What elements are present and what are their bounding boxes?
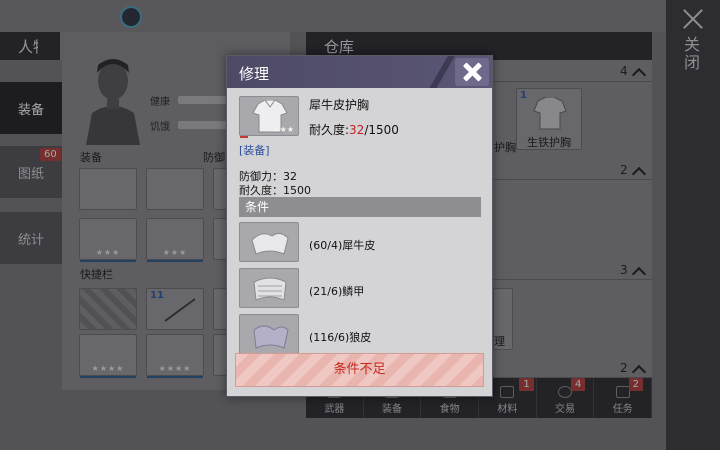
quickbar-label: 快捷栏 [80, 268, 113, 281]
durability-stat: 耐久度：1500 [239, 184, 311, 197]
close-screen-icon[interactable] [682, 8, 704, 30]
blueprints-badge: 60 [40, 148, 61, 161]
equip-slot-feet[interactable] [213, 218, 227, 260]
health-label: 健康 [150, 97, 170, 108]
chestplate-icon [533, 97, 567, 130]
character-header: 人物 [0, 32, 82, 60]
scale-armor-icon [239, 268, 299, 308]
trade-icon [558, 386, 573, 398]
storage-item-name: 生铁护胸 [527, 136, 571, 149]
equip-slot-hands[interactable]: ★★★ [79, 218, 137, 262]
chevron-up-icon [631, 67, 647, 83]
close-icon[interactable] [455, 58, 489, 86]
chevron-up-icon [631, 266, 647, 282]
hunger-label: 饥饿 [150, 122, 170, 133]
item-name: 犀牛皮护胸 [309, 98, 370, 112]
durability-max: /1500 [364, 123, 399, 137]
character-portrait [86, 59, 140, 145]
insufficient-conditions-button[interactable]: 条件不足 [235, 353, 484, 387]
side-tab-blueprints[interactable]: 图纸 60 [0, 146, 62, 198]
bottom-tab-quests[interactable]: 2 任务 [594, 378, 653, 418]
durability-current: 32 [349, 123, 365, 137]
storage-item-iron-chestplate[interactable]: 1 生铁护胸 [516, 88, 582, 150]
arrow-icon [164, 298, 196, 322]
requirement-wolf-pelt: (116/6)狼皮 [309, 331, 372, 344]
quest-icon [615, 386, 630, 398]
dialog-header: 修理 [227, 56, 492, 88]
requirement-rhino-hide: (60/4)犀牛皮 [309, 239, 376, 252]
equip-slot-body[interactable] [146, 168, 204, 210]
chevron-up-icon [631, 364, 647, 380]
item-stars: ★★★ [272, 125, 294, 134]
storage-item-partial[interactable]: 理 [493, 288, 513, 350]
quickbar-slot-bow[interactable]: ★★★★ [146, 334, 204, 378]
equip-slot-head[interactable] [79, 168, 137, 210]
chevron-up-icon [631, 166, 647, 182]
storage-item-partial-label: 护胸 [494, 141, 516, 154]
bottom-tab-trade[interactable]: 4 交易 [537, 378, 595, 418]
player-avatar[interactable] [120, 6, 142, 28]
side-tab-equipment[interactable]: 装备 [0, 82, 62, 134]
close-screen-label[interactable]: 关闭 [684, 36, 702, 72]
side-tab-statistics[interactable]: 统计 [0, 212, 62, 264]
quickbar-slot-3[interactable] [213, 288, 227, 330]
quickbar-slot-6[interactable] [213, 334, 227, 376]
item-durability-bar [240, 136, 248, 138]
dialog-title: 修理 [239, 65, 270, 83]
item-type-tag: [装备] [239, 144, 270, 157]
storage-header-label: 仓库 [324, 37, 355, 56]
equipment-section-label: 装备 [80, 151, 102, 164]
item-icon-box: ★★★ [239, 96, 299, 138]
item-durability: 耐久度:32/1500 [309, 123, 399, 137]
equip-slot-extra[interactable] [213, 168, 227, 210]
materials-icon [500, 386, 515, 398]
conditions-header: 条件 [239, 197, 481, 217]
equip-slot-legs[interactable]: ★★★ [146, 218, 204, 262]
rhino-hide-icon [239, 222, 299, 262]
quickbar-slot-locked[interactable] [79, 288, 137, 330]
quickbar-slot-axe[interactable]: ★★★★ [79, 334, 137, 378]
repair-dialog: 修理 ★★★ 犀牛皮护胸 耐久度:32/1500 [装备] 防御力：32 耐久度… [226, 55, 493, 397]
top-bar [0, 0, 666, 32]
wolf-pelt-icon [239, 314, 299, 354]
defense-section-label: 防御 [203, 151, 225, 164]
requirement-scale-armor: (21/6)鳞甲 [309, 285, 365, 298]
quickbar-slot-arrows[interactable]: 11 [146, 288, 204, 330]
